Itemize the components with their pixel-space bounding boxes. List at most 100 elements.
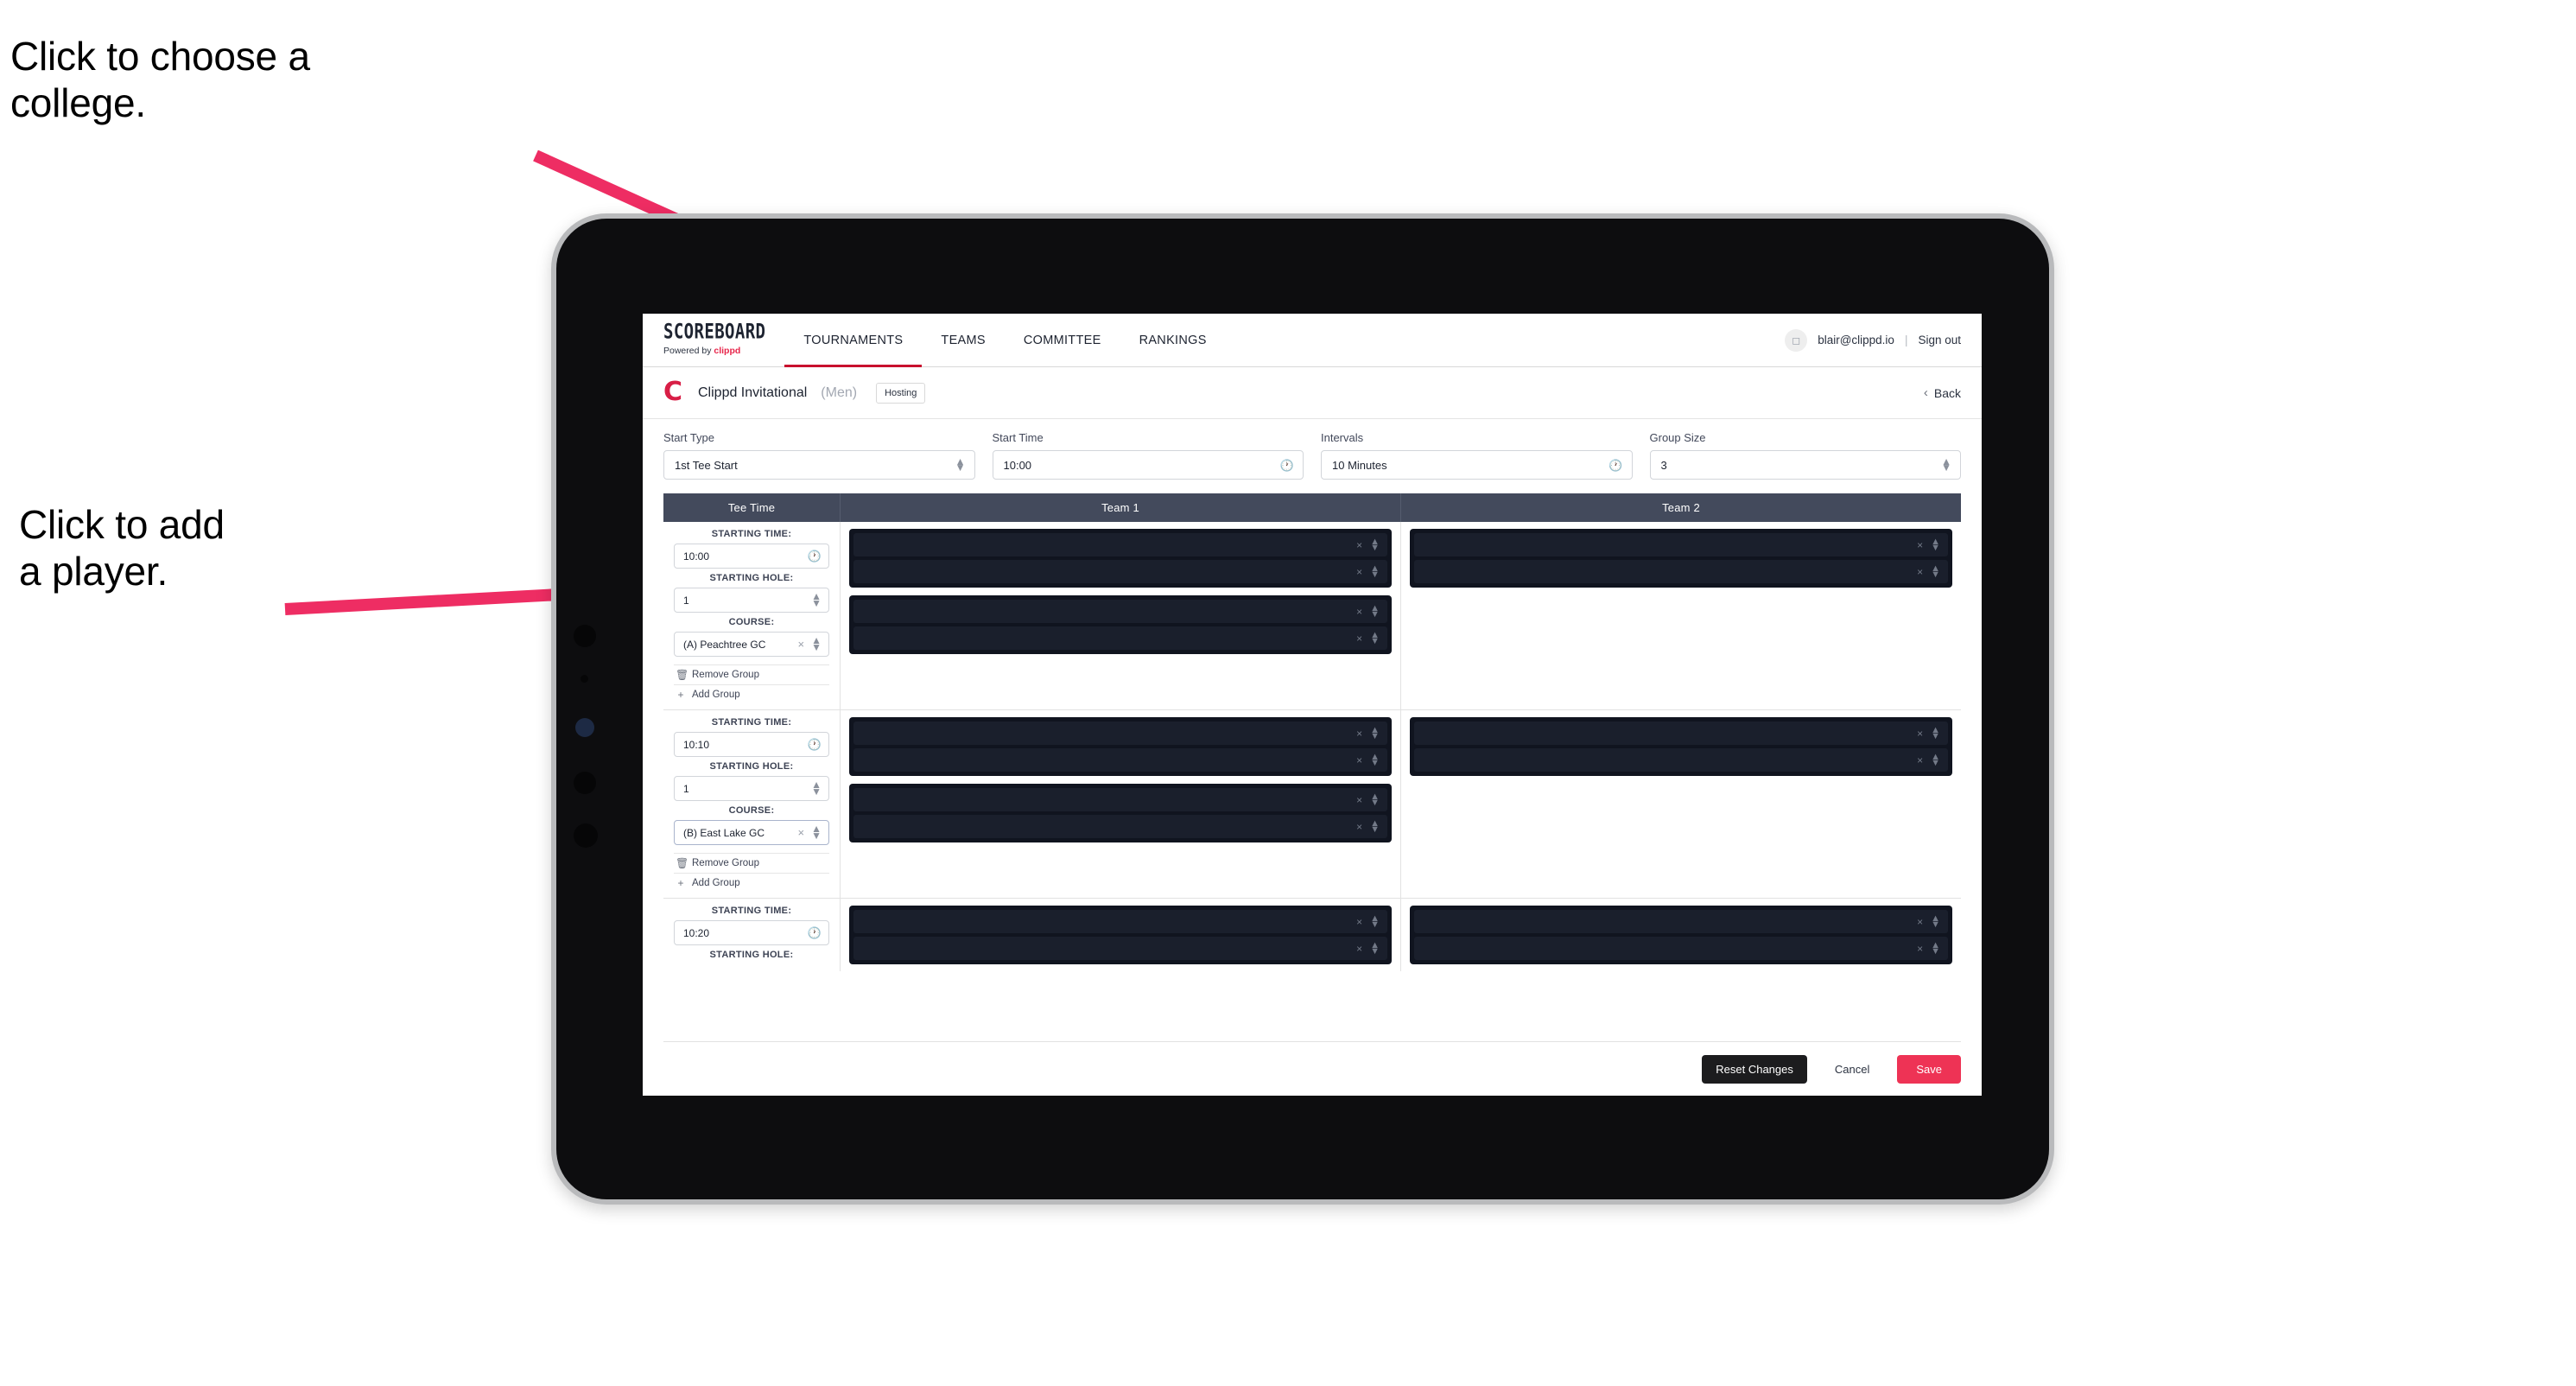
stepper-icon[interactable]: ▲ ▼ [1370,630,1380,645]
player-slot[interactable]: × ▲ ▼ [1414,560,1948,583]
stepper-icon[interactable]: ▲ ▼ [1370,913,1380,929]
intervals-value: 10 Minutes [1332,458,1387,472]
nav-item-teams[interactable]: TEAMS [922,314,1004,366]
nav-item-tournaments[interactable]: TOURNAMENTS [784,314,923,367]
close-icon[interactable]: × [1356,607,1362,617]
close-icon[interactable]: × [1356,540,1362,550]
group-size-value: 3 [1660,458,1667,472]
back-button[interactable]: ‹ Back [1924,385,1961,400]
close-icon[interactable]: × [1356,822,1362,832]
clock-icon[interactable]: 🕐 [1608,460,1622,471]
close-icon[interactable]: × [1356,633,1362,644]
brand-logo[interactable]: SCOREBOARD Powered by clippd [643,314,784,366]
close-icon[interactable]: × [1356,728,1362,739]
starting-hole-input-value: 1 [683,594,689,607]
player-slot[interactable]: × ▲ ▼ [853,910,1387,933]
player-slot[interactable]: × ▲ ▼ [1414,937,1948,960]
stepper-icon[interactable]: ▲ ▼ [1370,603,1380,619]
player-slot[interactable]: × ▲ ▼ [853,748,1387,772]
close-icon[interactable]: × [1917,755,1923,766]
close-icon[interactable]: × [1356,755,1362,766]
clear-icon[interactable]: × [798,639,805,650]
clock-icon[interactable]: 🕐 [808,927,822,938]
clock-icon[interactable]: 🕐 [1280,460,1294,471]
remove-group-button[interactable]: 🗑 Remove Group [674,853,829,873]
starting-time-input[interactable]: 10:20 🕐 [674,920,829,945]
start-type-select[interactable]: 1st Tee Start ▲ ▼ [663,450,975,480]
nav-item-committee[interactable]: COMMITTEE [1005,314,1120,366]
stepper-icon[interactable]: ▲ ▼ [1370,940,1380,956]
user-avatar-icon[interactable]: ◻ [1785,328,1808,352]
remove-group-button[interactable]: 🗑 Remove Group [674,664,829,684]
sign-out-link[interactable]: Sign out [1918,334,1961,346]
stepper-icon[interactable]: ▲ ▼ [1370,725,1380,741]
player-slot[interactable]: × ▲ ▼ [853,626,1387,650]
player-slot[interactable]: × ▲ ▼ [853,815,1387,838]
player-slot[interactable]: × ▲ ▼ [1414,533,1948,556]
starting-hole-input[interactable]: 1 ▲ ▼ [674,776,829,801]
player-slot[interactable]: × ▲ ▼ [1414,722,1948,745]
stepper-icon[interactable]: ▲ ▼ [1370,752,1380,767]
tee-time-cell: STARTING TIME: 10:10 🕐 STARTING HOLE: 1 ▲ ▼ COU… [663,710,841,898]
add-group-button[interactable]: + Add Group [674,873,829,893]
stepper-icon[interactable]: ▲ ▼ [1941,455,1951,473]
stepper-icon[interactable]: ▲ ▼ [955,455,966,473]
stepper-icon[interactable]: ▲ ▼ [1931,725,1940,741]
add-group-label: Add Group [692,690,740,700]
add-group-button[interactable]: + Add Group [674,684,829,704]
stepper-icon[interactable]: ▲ ▼ [1370,537,1380,552]
player-slot[interactable]: × ▲ ▼ [1414,910,1948,933]
stepper-icon[interactable]: ▲ ▼ [1931,913,1940,929]
tee-time-cell: STARTING TIME: 10:20 🕐 STARTING HOLE: [663,899,841,971]
player-slot[interactable]: × ▲ ▼ [853,722,1387,745]
slot-icon-group: × ▲ ▼ [1356,563,1380,579]
stepper-icon[interactable]: ▲ ▼ [1370,818,1380,834]
close-icon[interactable]: × [1917,567,1923,577]
intervals-input[interactable]: 10 Minutes 🕐 [1321,450,1633,480]
stepper-icon[interactable]: ▲ ▼ [811,591,822,608]
stepper-icon[interactable]: ▲ ▼ [811,635,822,652]
close-icon[interactable]: × [1917,944,1923,954]
save-button[interactable]: Save [1897,1054,1961,1084]
reset-changes-button[interactable]: Reset Changes [1702,1054,1807,1084]
group-size-select[interactable]: 3 ▲ ▼ [1649,450,1961,480]
stepper-icon[interactable]: ▲ ▼ [1370,563,1380,579]
stepper-icon[interactable]: ▲ ▼ [1370,792,1380,807]
stepper-icon[interactable]: ▲ ▼ [1931,752,1940,767]
starting-time-input[interactable]: 10:10 🕐 [674,732,829,757]
player-slot[interactable]: × ▲ ▼ [853,533,1387,556]
stepper-icon[interactable]: ▲ ▼ [811,823,822,841]
course-label: COURSE: [728,805,775,816]
stepper-icon[interactable]: ▲ ▼ [1931,940,1940,956]
starting-time-input[interactable]: 10:00 🕐 [674,544,829,569]
stepper-icon[interactable]: ▲ ▼ [1931,563,1940,579]
player-slot[interactable]: × ▲ ▼ [853,600,1387,623]
starting-hole-input[interactable]: 1 ▲ ▼ [674,588,829,613]
start-type-value: 1st Tee Start [675,458,738,472]
stepper-icon[interactable]: ▲ ▼ [811,779,822,797]
close-icon[interactable]: × [1917,728,1923,739]
cancel-button[interactable]: Cancel [1821,1055,1883,1084]
close-icon[interactable]: × [1356,944,1362,954]
nav-item-rankings[interactable]: RANKINGS [1120,314,1226,366]
remove-group-label: Remove Group [692,670,759,680]
stepper-icon[interactable]: ▲ ▼ [1931,537,1940,552]
close-icon[interactable]: × [1917,540,1923,550]
slot-icon-group: × ▲ ▼ [1356,725,1380,741]
clear-icon[interactable]: × [798,827,805,838]
clock-icon[interactable]: 🕐 [808,739,822,750]
close-icon[interactable]: × [1917,917,1923,927]
player-slot[interactable]: × ▲ ▼ [853,937,1387,960]
course-select[interactable]: (B) East Lake GC × ▲ ▼ [674,820,829,845]
slot-icon-group: × ▲ ▼ [1917,537,1940,552]
sensor-dot-icon [581,675,588,683]
player-slot[interactable]: × ▲ ▼ [1414,748,1948,772]
clock-icon[interactable]: 🕐 [808,550,822,562]
close-icon[interactable]: × [1356,795,1362,805]
close-icon[interactable]: × [1356,917,1362,927]
player-slot[interactable]: × ▲ ▼ [853,788,1387,811]
course-select[interactable]: (A) Peachtree GC × ▲ ▼ [674,632,829,657]
start-time-input[interactable]: 10:00 🕐 [992,450,1304,480]
player-slot[interactable]: × ▲ ▼ [853,560,1387,583]
close-icon[interactable]: × [1356,567,1362,577]
